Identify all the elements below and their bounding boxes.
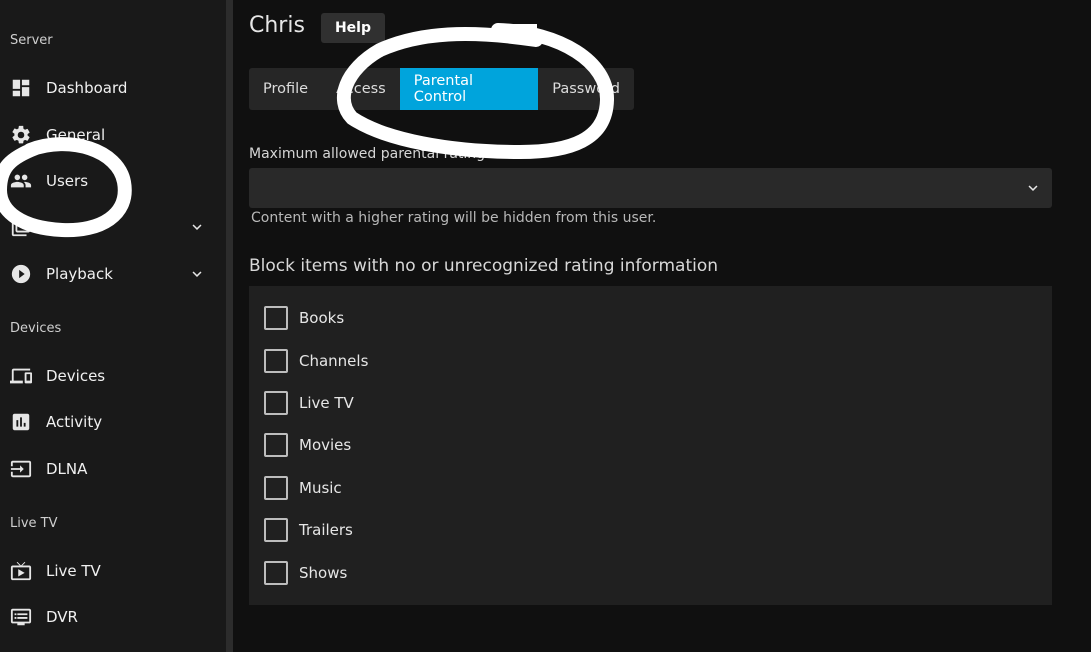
annotation-mark	[497, 24, 537, 34]
dashboard-icon	[10, 77, 32, 99]
sidebar-item-users[interactable]: Users	[0, 161, 226, 201]
dlna-icon	[10, 458, 32, 480]
activity-icon	[10, 411, 32, 433]
sidebar-item-dashboard[interactable]: Dashboard	[0, 68, 226, 108]
help-button[interactable]: Help	[321, 13, 385, 43]
checkbox-row-channels[interactable]: Channels	[264, 347, 368, 375]
checkbox-row-books[interactable]: Books	[264, 304, 344, 332]
checkbox-row-live-tv[interactable]: Live TV	[264, 389, 354, 417]
page-title: Chris	[249, 13, 305, 38]
sidebar-item-dlna[interactable]: DLNA	[0, 449, 226, 489]
sidebar-item-label: DVR	[46, 608, 78, 626]
tab-profile[interactable]: Profile	[249, 68, 322, 110]
max-rating-select[interactable]	[249, 168, 1052, 208]
sidebar-item-label: Dashboard	[46, 79, 128, 97]
sidebar-divider	[226, 0, 233, 652]
checkbox[interactable]	[264, 391, 288, 415]
checkbox-row-movies[interactable]: Movies	[264, 431, 351, 459]
checkbox[interactable]	[264, 433, 288, 457]
tab-bar: Profile Access Parental Control Password	[249, 68, 634, 110]
tab-parental-control[interactable]: Parental Control	[399, 68, 539, 110]
library-icon	[10, 216, 32, 238]
section-label-server: Server	[10, 33, 53, 48]
sidebar-item-live-tv[interactable]: Live TV	[0, 551, 226, 591]
gear-icon	[10, 124, 32, 146]
checkbox-label: Music	[299, 479, 342, 497]
checkbox-row-music[interactable]: Music	[264, 474, 342, 502]
checkbox[interactable]	[264, 518, 288, 542]
max-rating-label: Maximum allowed parental rating	[249, 146, 486, 162]
sidebar-item-activity[interactable]: Activity	[0, 402, 226, 442]
checkbox-label: Movies	[299, 436, 352, 454]
checkbox-row-shows[interactable]: Shows	[264, 559, 347, 587]
tab-access[interactable]: Access	[322, 68, 400, 110]
sidebar-item-label: Devices	[46, 367, 106, 385]
checkbox-label: Shows	[299, 564, 348, 582]
checkbox-label: Books	[299, 309, 345, 327]
checkbox[interactable]	[264, 476, 288, 500]
users-icon	[10, 170, 32, 192]
sidebar-item-label: Live TV	[46, 562, 101, 580]
sidebar-item-label: Playback	[46, 265, 113, 283]
section-label-devices: Devices	[10, 321, 62, 336]
sidebar-item-devices[interactable]: Devices	[0, 356, 226, 396]
devices-icon	[10, 365, 32, 387]
checkbox[interactable]	[264, 306, 288, 330]
sidebar-item-playback[interactable]: Playback	[0, 254, 226, 294]
play-circle-icon	[10, 263, 32, 285]
checkbox[interactable]	[264, 349, 288, 373]
sidebar-item-label: Activity	[46, 413, 103, 431]
sidebar-item-libraries[interactable]	[0, 207, 226, 247]
checkbox[interactable]	[264, 561, 288, 585]
block-unrated-heading: Block items with no or unrecognized rati…	[249, 256, 719, 276]
sidebar-item-dvr[interactable]: DVR	[0, 597, 226, 637]
sidebar-item-general[interactable]: General	[0, 115, 226, 155]
chevron-down-icon	[1024, 179, 1042, 197]
chevron-down-icon[interactable]	[188, 218, 206, 236]
sidebar-item-label: General	[46, 126, 106, 144]
sidebar-item-label: DLNA	[46, 460, 88, 478]
checkbox-row-trailers[interactable]: Trailers	[264, 516, 353, 544]
dvr-icon	[10, 606, 32, 628]
section-label-live-tv: Live TV	[10, 516, 58, 531]
checkbox-label: Trailers	[299, 521, 353, 539]
live-tv-icon	[10, 560, 32, 582]
tab-password[interactable]: Password	[538, 68, 634, 110]
sidebar-item-label: Users	[46, 172, 89, 190]
max-rating-description: Content with a higher rating will be hid…	[251, 210, 657, 226]
checkbox-label: Live TV	[299, 394, 354, 412]
block-items-panel: Books Channels Live TV Movies Music Trai…	[249, 286, 1052, 605]
checkbox-label: Channels	[299, 352, 369, 370]
chevron-down-icon[interactable]	[188, 265, 206, 283]
sidebar: Server Dashboard General Users Playback	[0, 0, 226, 652]
